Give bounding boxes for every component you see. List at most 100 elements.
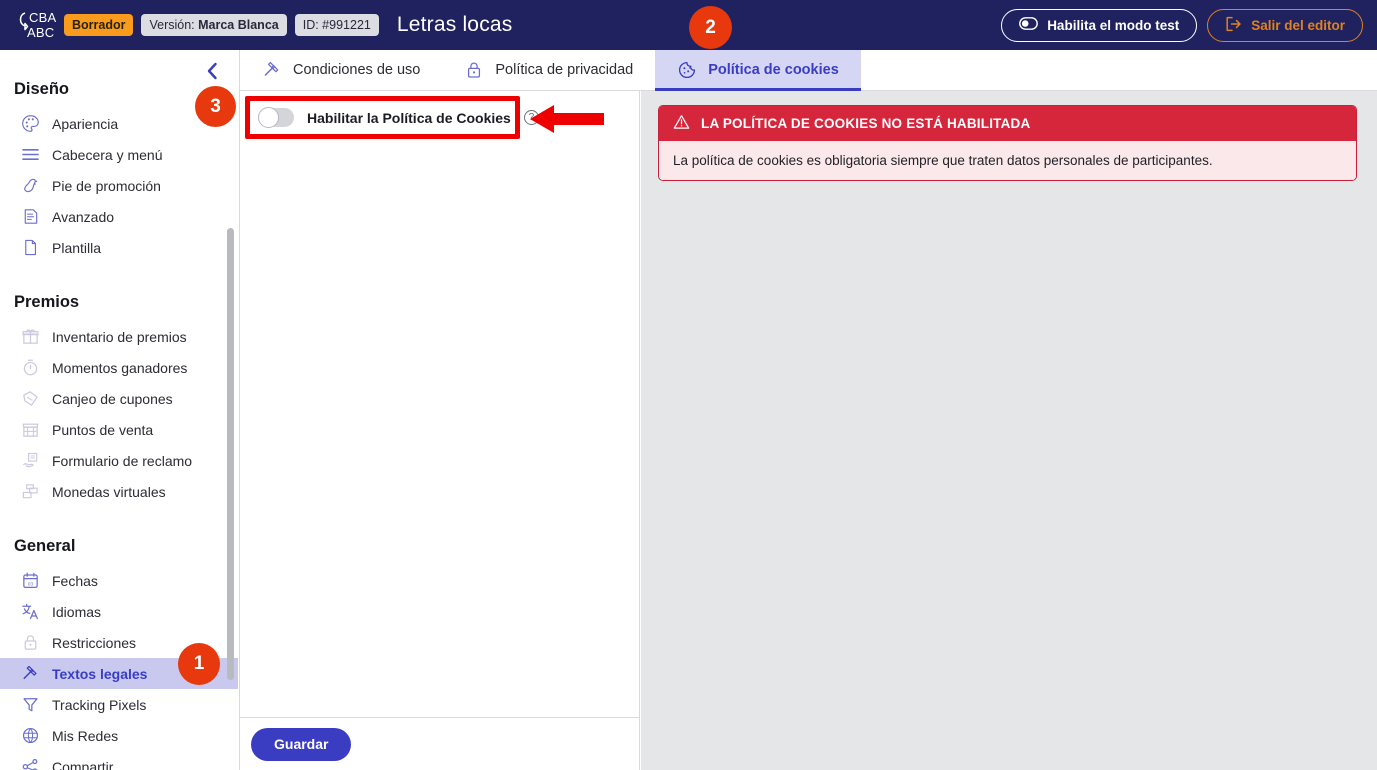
sidebar-item-label: Mis Redes xyxy=(52,727,119,744)
project-id-pill: ID: #991221 xyxy=(294,14,379,36)
gift-icon xyxy=(20,327,40,347)
tab-politica-de-cookies[interactable]: Política de cookies xyxy=(655,50,861,91)
save-button[interactable]: Guardar xyxy=(251,727,352,761)
enable-test-mode-button[interactable]: Habilita el modo test xyxy=(1001,8,1198,42)
sidebar-item-cabecera-y-menu[interactable]: Cabecera y menú xyxy=(0,139,238,170)
coins-icon xyxy=(20,482,40,502)
sidebar-item-label: Compartir xyxy=(52,758,114,770)
lock-icon xyxy=(464,60,484,80)
sidebar-item-label: Cabecera y menú xyxy=(52,146,163,163)
funnel-icon xyxy=(20,695,40,715)
enable-cookie-policy-label: Habilitar la Política de Cookies xyxy=(307,109,511,126)
alert-header: LA POLÍTICA DE COOKIES NO ESTÁ HABILITAD… xyxy=(659,106,1356,141)
tab-label: Política de privacidad xyxy=(495,62,634,78)
chevron-left-icon[interactable] xyxy=(201,60,223,82)
sidebar-item-inventario-de-premios[interactable]: Inventario de premios xyxy=(0,321,238,352)
coupon-icon xyxy=(20,389,40,409)
preview-panel: LA POLÍTICA DE COOKIES NO ESTÁ HABILITAD… xyxy=(641,91,1377,770)
warning-triangle-icon xyxy=(673,114,690,133)
sidebar-item-label: Monedas virtuales xyxy=(52,483,166,500)
translate-icon xyxy=(20,602,40,622)
version-value: Marca Blanca xyxy=(198,18,279,32)
sidebar-item-label: Plantilla xyxy=(52,239,102,256)
sidebar-item-plantilla[interactable]: Plantilla xyxy=(0,232,238,263)
svg-text:ABC: ABC xyxy=(27,25,54,40)
sidebar-item-label: Avanzado xyxy=(52,208,115,225)
cookie-icon xyxy=(677,60,697,80)
gavel-icon xyxy=(262,60,282,80)
tab-label: Condiciones de uso xyxy=(293,62,421,78)
lock-icon xyxy=(20,633,40,653)
calendar-icon: 03 xyxy=(20,571,40,591)
sidebar-item-label: Momentos ganadores xyxy=(52,359,188,376)
store-icon xyxy=(20,420,40,440)
sidebar-scrollbar[interactable] xyxy=(227,50,235,770)
gavel-icon xyxy=(20,664,40,684)
menu-lines-icon xyxy=(20,145,40,165)
version-prefix-label: Versión: xyxy=(149,18,199,32)
page-title: Letras locas xyxy=(396,13,513,36)
sidebar-item-label: Canjeo de cupones xyxy=(52,390,173,407)
sidebar-item-label: Puntos de venta xyxy=(52,421,154,438)
document-code-icon xyxy=(20,207,40,227)
page-icon xyxy=(20,238,40,258)
left-arrow-annotation-icon xyxy=(528,101,606,142)
exit-editor-button[interactable]: Salir del editor xyxy=(1207,8,1363,42)
svg-text:03: 03 xyxy=(27,581,33,587)
toggle-knob xyxy=(258,107,279,128)
sidebar-item-label: Inventario de premios xyxy=(52,328,187,345)
palette-icon xyxy=(20,114,40,134)
sidebar-group-title-premios: Premios xyxy=(14,293,80,311)
svg-text:CBA: CBA xyxy=(29,10,56,25)
sidebar-item-idiomas[interactable]: Idiomas xyxy=(0,596,238,627)
cookie-policy-settings-panel: Habilitar la Política de Cookies ? Guard… xyxy=(240,91,640,770)
alert-title: LA POLÍTICA DE COOKIES NO ESTÁ HABILITAD… xyxy=(701,116,1031,131)
annotation-badge-2: 2 xyxy=(689,6,732,49)
tab-politica-de-privacidad[interactable]: Política de privacidad xyxy=(442,50,655,90)
sidebar-item-label: Idiomas xyxy=(52,603,102,620)
sidebar-item-momentos-ganadores[interactable]: Momentos ganadores xyxy=(0,352,238,383)
draft-status-badge: Borrador xyxy=(64,14,134,36)
sidebar-item-mis-redes[interactable]: Mis Redes xyxy=(0,720,238,751)
sidebar-item-label: Fechas xyxy=(52,572,98,589)
sidebar-item-label: Pie de promoción xyxy=(52,177,161,194)
logout-arrow-icon xyxy=(1225,16,1242,35)
hand-form-icon xyxy=(20,451,40,471)
sidebar-item-monedas-virtuales[interactable]: Monedas virtuales xyxy=(0,476,238,507)
sidebar-item-label: Apariencia xyxy=(52,115,119,132)
globe-icon xyxy=(20,726,40,746)
stopwatch-icon xyxy=(20,358,40,378)
footer-icon xyxy=(20,176,40,196)
sidebar-item-label: Restricciones xyxy=(52,634,137,651)
cookie-policy-warning-alert: LA POLÍTICA DE COOKIES NO ESTÁ HABILITAD… xyxy=(658,105,1357,181)
enable-test-mode-label: Habilita el modo test xyxy=(1047,17,1180,33)
legal-texts-tabs: Condiciones de uso Política de privacida… xyxy=(240,50,1377,91)
sidebar-item-label: Textos legales xyxy=(52,665,148,682)
alert-body: La política de cookies es obligatoria si… xyxy=(659,141,1356,180)
cba-abc-logo-icon[interactable]: CBA ABC xyxy=(14,5,60,45)
sidebar-group-title-general: General xyxy=(14,537,76,555)
annotation-badge-3: 3 xyxy=(195,86,236,127)
sidebar-item-puntos-de-venta[interactable]: Puntos de venta xyxy=(0,414,238,445)
exit-editor-label: Salir del editor xyxy=(1251,17,1345,33)
sidebar-item-tracking-pixels[interactable]: Tracking Pixels xyxy=(0,689,238,720)
tab-label: Política de cookies xyxy=(708,62,839,78)
enable-cookie-policy-toggle[interactable] xyxy=(258,107,294,128)
annotation-badge-1: 1 xyxy=(178,643,220,685)
top-bar-actions: Habilita el modo test Salir del editor xyxy=(1001,8,1363,42)
sidebar-item-avanzado[interactable]: Avanzado xyxy=(0,201,238,232)
sidebar-item-fechas[interactable]: 03 Fechas xyxy=(0,565,238,596)
sidebar-item-label: Formulario de reclamo xyxy=(52,452,193,469)
sidebar-item-pie-de-promocion[interactable]: Pie de promoción xyxy=(0,170,238,201)
version-pill: Versión: Marca Blanca xyxy=(141,14,287,36)
sidebar-item-canjeo-de-cupones[interactable]: Canjeo de cupones xyxy=(0,383,238,414)
editor-screen: CBA ABC Borrador Versión: Marca Blanca I… xyxy=(0,0,1377,770)
save-bar: Guardar xyxy=(240,717,639,770)
toggle-switch-icon xyxy=(1019,17,1039,33)
share-icon xyxy=(20,757,40,770)
sidebar-item-compartir[interactable]: Compartir xyxy=(0,751,238,770)
sidebar-scrollbar-thumb[interactable] xyxy=(227,228,234,680)
sidebar-item-label: Tracking Pixels xyxy=(52,696,147,713)
sidebar-item-formulario-de-reclamo[interactable]: Formulario de reclamo xyxy=(0,445,238,476)
tab-condiciones-de-uso[interactable]: Condiciones de uso xyxy=(240,50,442,90)
